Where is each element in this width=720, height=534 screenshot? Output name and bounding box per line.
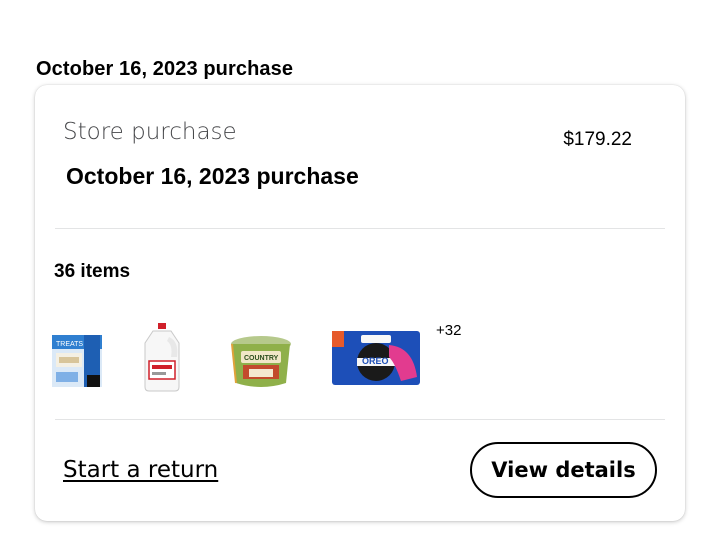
svg-text:TREATS: TREATS — [56, 341, 83, 348]
items-count: 36 items — [54, 261, 131, 282]
svg-text:COUNTRY: COUNTRY — [244, 355, 279, 362]
milk-jug-icon — [144, 323, 180, 392]
section-heading: October 16, 2023 purchase — [36, 58, 294, 80]
start-return-link[interactable]: Start a return — [63, 457, 218, 483]
more-items-count: +32 — [436, 322, 462, 339]
order-card: Store purchase $179.22 October 16, 2023 … — [35, 85, 685, 521]
purchase-type: Store purchase — [63, 119, 237, 145]
view-details-button[interactable]: View details — [470, 442, 657, 498]
svg-text:OREO: OREO — [362, 356, 389, 366]
butter-tub-icon: COUNTRY — [231, 336, 291, 387]
order-total: $179.22 — [563, 129, 632, 150]
item-thumbnails: TREATS COUNTRY OREO — [51, 317, 611, 397]
divider — [55, 228, 665, 229]
cereal-bar-box-icon: TREATS — [52, 335, 102, 387]
purchase-title: October 16, 2023 purchase — [66, 163, 359, 189]
cookie-pack-icon: OREO — [332, 331, 420, 385]
divider — [55, 419, 665, 420]
